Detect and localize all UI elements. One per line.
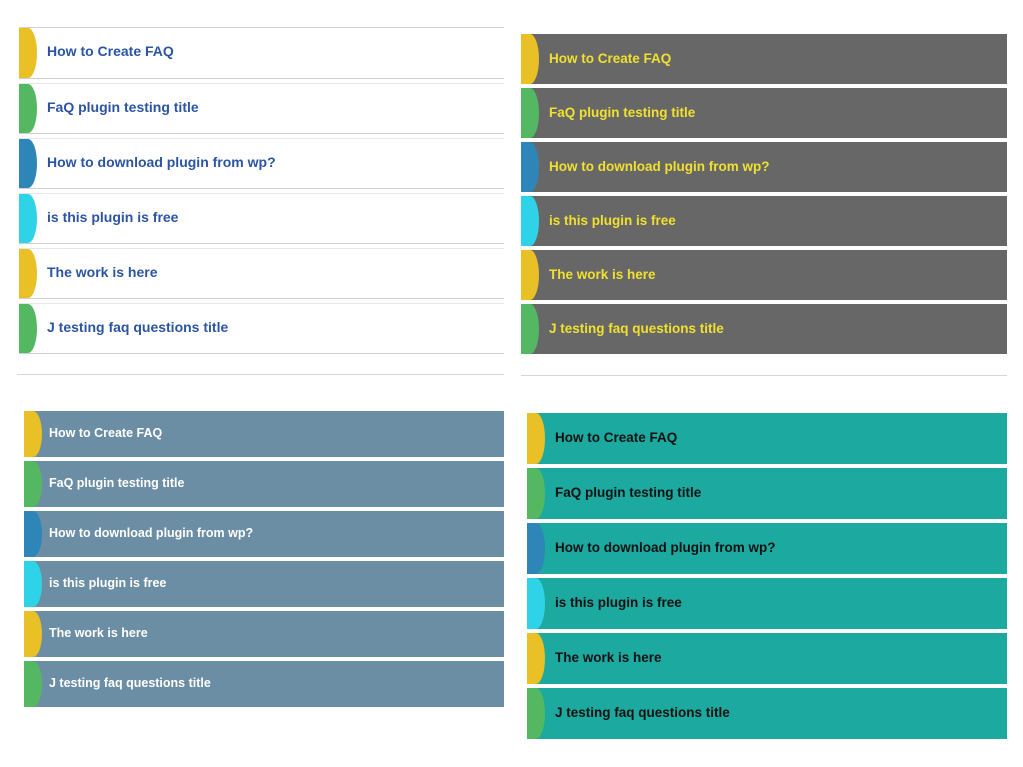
faq-item[interactable]: How to Create FAQ	[527, 413, 1007, 464]
faq-item[interactable]: How to Create FAQ	[24, 411, 504, 457]
accordion-tab-icon	[19, 28, 37, 78]
accordion-tab-icon	[24, 461, 42, 507]
faq-item[interactable]: The work is here	[521, 250, 1007, 300]
faq-item[interactable]: is this plugin is free	[19, 193, 504, 244]
faq-item[interactable]: J testing faq questions title	[527, 688, 1007, 739]
faq-panel-slate-blue: How to Create FAQ FaQ plugin testing tit…	[24, 411, 504, 707]
faq-question-title: How to Create FAQ	[549, 50, 672, 66]
faq-question-title: J testing faq questions title	[549, 320, 724, 336]
accordion-tab-icon	[19, 194, 37, 243]
faq-item[interactable]: FaQ plugin testing title	[527, 468, 1007, 519]
faq-item[interactable]: FaQ plugin testing title	[19, 83, 504, 134]
faq-item[interactable]: is this plugin is free	[527, 578, 1007, 629]
faq-question-title: How to download plugin from wp?	[47, 153, 276, 170]
accordion-tab-icon	[527, 688, 545, 739]
faq-item[interactable]: J testing faq questions title	[19, 303, 504, 354]
faq-panel-dark-grey: How to Create FAQ FaQ plugin testing tit…	[521, 34, 1007, 354]
faq-item[interactable]: FaQ plugin testing title	[521, 88, 1007, 138]
faq-item[interactable]: FaQ plugin testing title	[24, 461, 504, 507]
faq-question-title: J testing faq questions title	[49, 676, 211, 690]
faq-list: How to Create FAQ FaQ plugin testing tit…	[521, 34, 1007, 354]
section-divider	[521, 375, 1007, 376]
accordion-tab-icon	[24, 561, 42, 607]
faq-question-title: The work is here	[47, 263, 158, 280]
faq-question-title: How to Create FAQ	[47, 43, 174, 59]
faq-list: How to Create FAQ FaQ plugin testing tit…	[19, 28, 504, 354]
accordion-tab-icon	[527, 523, 545, 574]
faq-item[interactable]: How to download plugin from wp?	[527, 523, 1007, 574]
faq-item[interactable]: How to download plugin from wp?	[19, 138, 504, 189]
faq-question-title: How to download plugin from wp?	[549, 158, 770, 174]
faq-question-title: FaQ plugin testing title	[549, 104, 696, 120]
accordion-tab-icon	[527, 413, 545, 464]
faq-item[interactable]: J testing faq questions title	[521, 304, 1007, 354]
faq-item[interactable]: is this plugin is free	[24, 561, 504, 607]
accordion-tab-icon	[527, 633, 545, 684]
faq-panel-white: How to Create FAQ FaQ plugin testing tit…	[19, 27, 504, 354]
faq-list: How to Create FAQ FaQ plugin testing tit…	[24, 411, 504, 707]
accordion-tab-icon	[527, 578, 545, 629]
faq-panel-teal: How to Create FAQ FaQ plugin testing tit…	[527, 413, 1007, 739]
faq-question-title: FaQ plugin testing title	[49, 476, 185, 490]
faq-item[interactable]: The work is here	[24, 611, 504, 657]
accordion-tab-icon	[24, 511, 42, 557]
faq-item[interactable]: How to download plugin from wp?	[24, 511, 504, 557]
accordion-tab-icon	[19, 249, 37, 298]
accordion-tab-icon	[527, 468, 545, 519]
faq-question-title: The work is here	[549, 266, 656, 282]
faq-question-title: FaQ plugin testing title	[555, 485, 702, 500]
accordion-tab-icon	[521, 88, 539, 138]
faq-question-title: is this plugin is free	[49, 576, 167, 590]
accordion-tab-icon	[24, 611, 42, 657]
faq-item[interactable]: How to Create FAQ	[19, 28, 504, 79]
faq-question-title: How to Create FAQ	[555, 430, 678, 445]
accordion-tab-icon	[521, 142, 539, 192]
faq-question-title: The work is here	[555, 650, 662, 665]
accordion-tab-icon	[19, 84, 37, 133]
faq-question-title: FaQ plugin testing title	[47, 98, 199, 115]
faq-question-title: J testing faq questions title	[47, 318, 229, 335]
faq-list: How to Create FAQ FaQ plugin testing tit…	[527, 413, 1007, 739]
accordion-tab-icon	[24, 411, 42, 457]
accordion-tab-icon	[521, 304, 539, 354]
faq-item[interactable]: J testing faq questions title	[24, 661, 504, 707]
accordion-tab-icon	[521, 250, 539, 300]
faq-question-title: How to Create FAQ	[49, 426, 163, 440]
faq-item[interactable]: How to Create FAQ	[521, 34, 1007, 84]
accordion-tab-icon	[19, 139, 37, 188]
accordion-tab-icon	[521, 34, 539, 84]
faq-item[interactable]: The work is here	[527, 633, 1007, 684]
faq-question-title: How to download plugin from wp?	[49, 526, 254, 540]
faq-question-title: is this plugin is free	[555, 595, 682, 610]
section-divider	[17, 374, 504, 375]
faq-question-title: The work is here	[49, 626, 148, 640]
faq-question-title: is this plugin is free	[549, 212, 676, 228]
faq-item[interactable]: How to download plugin from wp?	[521, 142, 1007, 192]
faq-question-title: How to download plugin from wp?	[555, 540, 776, 555]
accordion-tab-icon	[19, 304, 37, 353]
faq-item[interactable]: The work is here	[19, 248, 504, 299]
faq-question-title: J testing faq questions title	[555, 705, 730, 720]
accordion-tab-icon	[24, 661, 42, 707]
faq-question-title: is this plugin is free	[47, 208, 179, 225]
accordion-tab-icon	[521, 196, 539, 246]
faq-item[interactable]: is this plugin is free	[521, 196, 1007, 246]
